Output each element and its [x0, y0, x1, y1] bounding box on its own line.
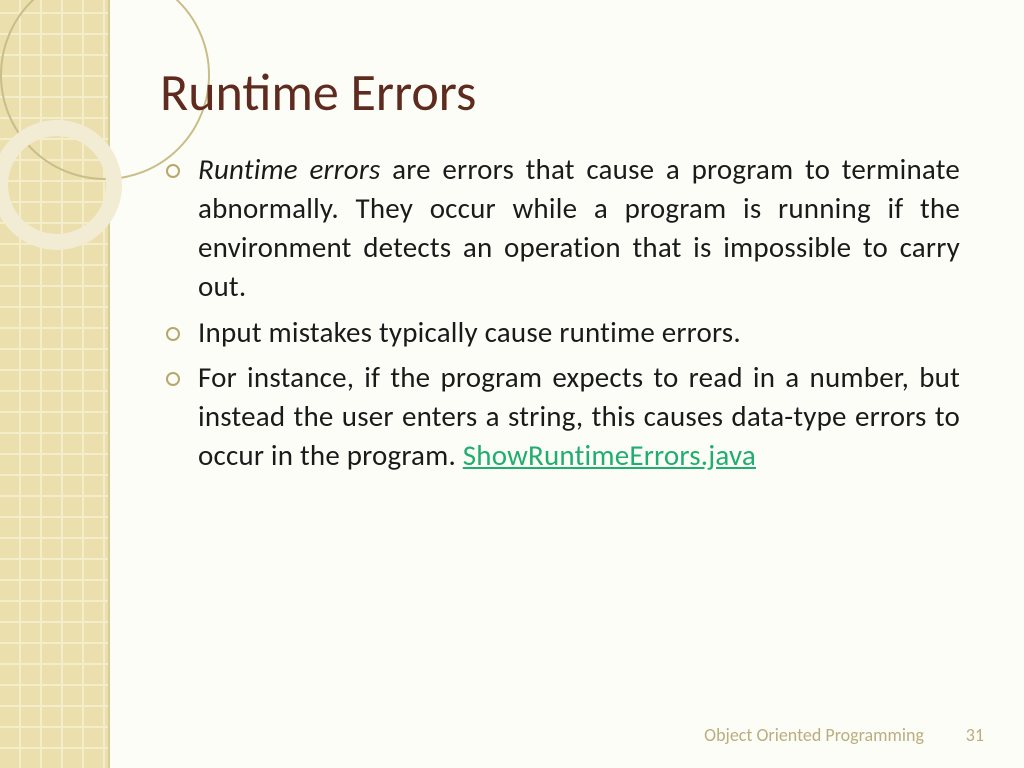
footer-course-label: Object Oriented Programming: [704, 724, 924, 746]
code-link[interactable]: ShowRuntimeErrors.java: [463, 437, 756, 473]
slide-body: Runtime errors are errors that cause a p…: [160, 150, 960, 481]
bullet-item: For instance, if the program expects to …: [160, 358, 960, 475]
page-number: 31: [966, 724, 984, 746]
slide-title: Runtime Errors: [160, 60, 476, 124]
bullet-text: Input mistakes typically cause runtime e…: [198, 314, 741, 350]
bullet-item: Runtime errors are errors that cause a p…: [160, 150, 960, 307]
bullet-lead: Runtime errors: [198, 151, 381, 187]
bullet-item: Input mistakes typically cause runtime e…: [160, 313, 960, 352]
